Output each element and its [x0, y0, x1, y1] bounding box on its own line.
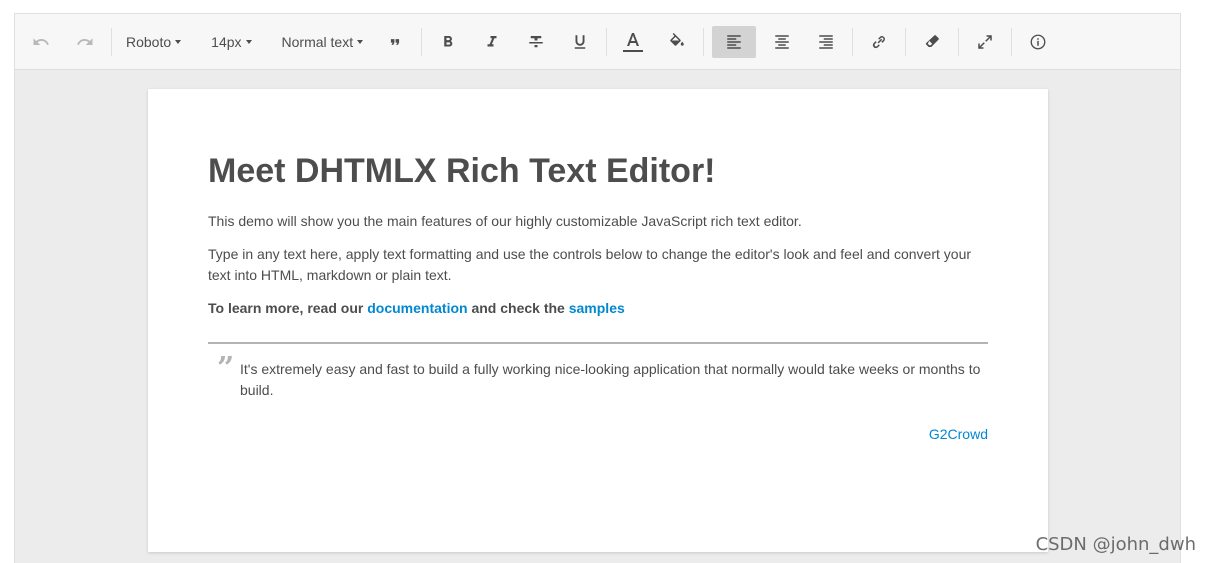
watermark: CSDN @john_dwh: [1035, 534, 1196, 555]
rich-text-editor: Roboto 14px Normal text Meet DHTMLX Rich…: [14, 13, 1181, 563]
info-icon: [1030, 34, 1046, 49]
learn-more-paragraph: To learn more, read our documentation an…: [208, 298, 988, 319]
bold-button[interactable]: [430, 26, 466, 58]
caret-down-icon: [245, 40, 252, 44]
samples-link[interactable]: samples: [569, 300, 625, 316]
toolbar-separator: [958, 27, 960, 56]
font-size-select[interactable]: 14px: [205, 26, 257, 58]
toolbar-separator: [703, 27, 705, 56]
strikethrough-icon: [529, 35, 543, 47]
caret-down-icon: [357, 40, 364, 44]
block-type-select[interactable]: Normal text: [276, 26, 370, 58]
block-type-value: Normal text: [281, 33, 354, 50]
intro-paragraph: This demo will show you the main feature…: [208, 213, 802, 229]
eraser-icon: [925, 34, 939, 47]
text-color-icon: [623, 32, 644, 52]
quote-mark-icon: ”: [217, 351, 235, 386]
toolbar-separator: [905, 27, 907, 56]
background-color-button[interactable]: [659, 26, 695, 58]
learn-more-middle: and check the: [467, 300, 569, 316]
quote-author: G2Crowd: [928, 426, 988, 442]
clear-format-button[interactable]: [914, 26, 950, 58]
redo-button[interactable]: [67, 26, 103, 58]
bold-icon: [444, 35, 453, 46]
font-family-value: Roboto: [126, 33, 172, 50]
blockquote: ” It's extremely easy and fast to build …: [208, 342, 988, 442]
toolbar: Roboto 14px Normal text: [15, 14, 1180, 70]
align-left-icon: [727, 34, 741, 49]
quote-icon: [391, 38, 400, 45]
link-button[interactable]: [861, 26, 897, 58]
underline-icon: [574, 34, 586, 49]
undo-icon: [33, 37, 49, 45]
align-center-button[interactable]: [764, 26, 800, 58]
align-center-icon: [775, 34, 789, 49]
instructions-paragraph: Type in any text here, apply text format…: [208, 246, 972, 283]
fullscreen-icon: [978, 34, 992, 49]
caret-down-icon: [175, 40, 182, 44]
document-title: Meet DHTMLX Rich Text Editor!: [208, 152, 716, 190]
documentation-link[interactable]: documentation: [367, 300, 467, 316]
toolbar-separator: [606, 27, 608, 56]
text-color-button[interactable]: [615, 26, 651, 58]
link-icon: [872, 35, 885, 48]
align-right-button[interactable]: [808, 26, 844, 58]
undo-button[interactable]: [23, 26, 59, 58]
about-button[interactable]: [1020, 26, 1056, 58]
document-page[interactable]: Meet DHTMLX Rich Text Editor! This demo …: [148, 89, 1048, 552]
font-size-value: 14px: [211, 33, 242, 50]
font-family-select[interactable]: Roboto: [120, 26, 187, 58]
italic-button[interactable]: [474, 26, 510, 58]
underline-button[interactable]: [562, 26, 598, 58]
align-left-button[interactable]: [712, 25, 757, 58]
align-right-icon: [819, 34, 833, 49]
learn-more-prefix: To learn more, read our: [208, 300, 368, 316]
quote-text: It's extremely easy and fast to build a …: [240, 361, 981, 398]
redo-icon: [77, 37, 93, 45]
strikethrough-button[interactable]: [518, 26, 554, 58]
fullscreen-button[interactable]: [967, 26, 1003, 58]
toolbar-separator: [111, 27, 112, 56]
paint-bucket-icon: [670, 32, 684, 46]
toolbar-separator: [1011, 27, 1013, 56]
toolbar-separator: [852, 27, 854, 56]
italic-icon: [487, 35, 497, 46]
blockquote-button[interactable]: [377, 26, 413, 58]
toolbar-separator: [421, 27, 423, 56]
